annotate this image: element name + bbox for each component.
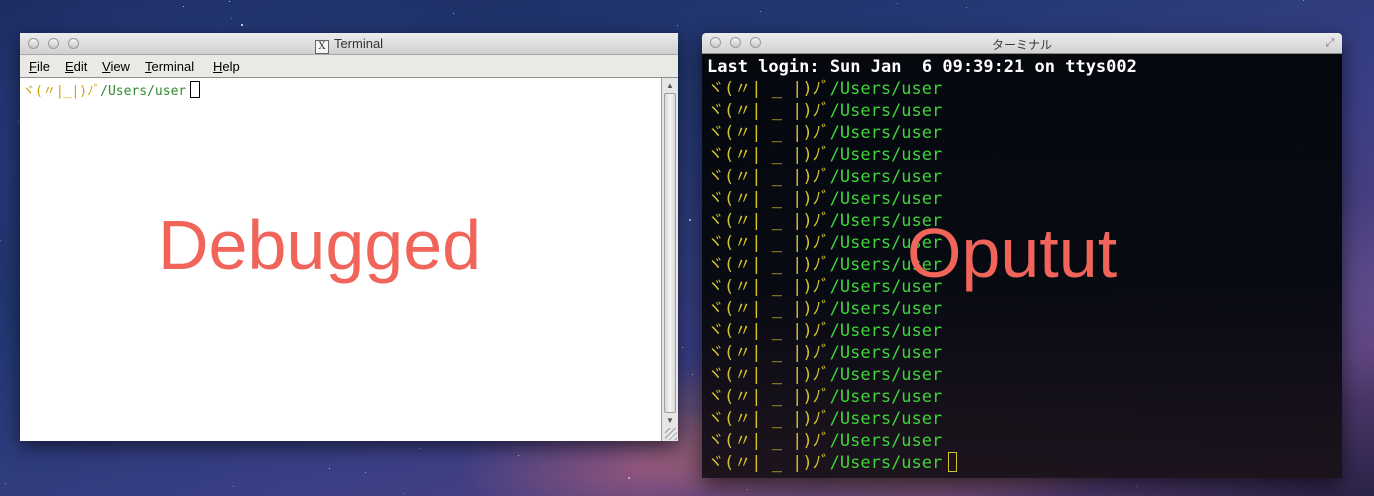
- text-cursor: [190, 81, 201, 98]
- prompt-kaomoji: ヾ(〃| _ |)ﾉﾞ: [707, 255, 830, 275]
- star-dot: [453, 13, 454, 14]
- star-dot: [419, 448, 420, 449]
- star-dot: [365, 472, 366, 473]
- vertical-scrollbar[interactable]: ▲ ▼: [661, 78, 678, 441]
- prompt-path: /Users/user: [829, 299, 943, 319]
- prompt-line: ヾ(〃| _ |)ﾉﾞ/Users/user: [707, 364, 942, 386]
- scroll-down-icon[interactable]: ▼: [663, 414, 677, 427]
- star-dot: [18, 121, 19, 122]
- menu-view[interactable]: View: [102, 59, 130, 74]
- text-cursor: [948, 452, 958, 472]
- star-dot: [233, 486, 234, 487]
- prompt-kaomoji: ヾ(〃| _ |)ﾉﾞ: [707, 189, 830, 209]
- prompt-kaomoji: ヾ(〃| _ |)ﾉﾞ: [707, 167, 830, 187]
- prompt-kaomoji: ヾ(〃| _ |)ﾉﾞ: [707, 387, 830, 407]
- star-dot: [692, 374, 693, 375]
- x11-icon: X: [314, 40, 329, 54]
- prompt-line: ヾ(〃| _ |)ﾉﾞ/Users/user: [707, 320, 942, 342]
- prompt-path: /Users/user: [829, 343, 943, 363]
- star-dot: [966, 7, 967, 8]
- window-title: ターミナル: [991, 38, 1052, 52]
- prompt-line: ヾ(〃| _ |)ﾉﾞ/Users/user: [707, 342, 942, 364]
- prompt-kaomoji: ヾ(〃| _ |)ﾉﾞ: [707, 343, 830, 363]
- prompt-path: /Users/user: [829, 79, 943, 99]
- prompt-kaomoji: ヾ(〃| _ |)ﾉﾞ: [707, 321, 830, 341]
- prompt-kaomoji: ヾ(〃| _ |)ﾉﾞ: [707, 211, 830, 231]
- prompt-kaomoji: ヾ(〃| _ |)ﾉﾞ: [707, 409, 830, 429]
- prompt-line: ヾ(〃|_|)ﾉﾞ/Users/user: [22, 80, 201, 99]
- fullscreen-icon[interactable]: ⤢: [1324, 37, 1336, 49]
- scroll-thumb[interactable]: [664, 93, 676, 413]
- debugged-label: Debugged: [158, 206, 482, 284]
- star-dot: [329, 468, 330, 469]
- menu-edit[interactable]: Edit: [65, 59, 87, 74]
- resize-grip-icon[interactable]: [665, 428, 677, 440]
- prompt-line: ヾ(〃| _ |)ﾉﾞ/Users/user: [707, 452, 958, 474]
- prompt-path: /Users/user: [829, 453, 943, 473]
- star-dot: [897, 3, 898, 4]
- menu-file[interactable]: File: [29, 59, 50, 74]
- star-dot: [689, 219, 691, 221]
- star-dot: [404, 493, 405, 494]
- star-dot: [1303, 0, 1304, 1]
- star-dot: [5, 483, 6, 484]
- prompt-path: /Users/user: [829, 123, 943, 143]
- prompt-kaomoji: ヾ(〃| _ |)ﾉﾞ: [707, 277, 830, 297]
- window-title-text: Terminal: [333, 36, 384, 51]
- prompt-line: ヾ(〃| _ |)ﾉﾞ/Users/user: [707, 144, 942, 166]
- star-dot: [0, 240, 1, 241]
- prompt-path: /Users/user: [829, 189, 943, 209]
- prompt-path: /Users/user: [829, 145, 943, 165]
- prompt-kaomoji: ヾ(〃| _ |)ﾉﾞ: [707, 79, 830, 99]
- menu-terminal[interactable]: Terminal: [145, 59, 194, 74]
- prompt-path: /Users/user: [829, 321, 943, 341]
- prompt-path: /Users/user: [829, 409, 943, 429]
- prompt-line: ヾ(〃| _ |)ﾉﾞ/Users/user: [707, 430, 942, 452]
- prompt-path: /Users/user: [100, 84, 187, 99]
- prompt-path: /Users/user: [829, 365, 943, 385]
- menu-help[interactable]: Help: [213, 59, 240, 74]
- mac-titlebar[interactable]: ターミナル ⤢: [702, 33, 1342, 54]
- star-dot: [760, 11, 761, 12]
- prompt-path: /Users/user: [829, 431, 943, 451]
- prompt-line: ヾ(〃| _ |)ﾉﾞ/Users/user: [707, 188, 942, 210]
- prompt-line: ヾ(〃| _ |)ﾉﾞ/Users/user: [707, 386, 942, 408]
- prompt-line: ヾ(〃| _ |)ﾉﾞ/Users/user: [707, 122, 942, 144]
- prompt-kaomoji: ヾ(〃| _ |)ﾉﾞ: [707, 145, 830, 165]
- prompt-kaomoji: ヾ(〃|_|)ﾉﾞ: [22, 84, 101, 99]
- prompt-kaomoji: ヾ(〃| _ |)ﾉﾞ: [707, 431, 830, 451]
- prompt-line: ヾ(〃| _ |)ﾉﾞ/Users/user: [707, 78, 942, 100]
- prompt-line: ヾ(〃| _ |)ﾉﾞ/Users/user: [707, 166, 942, 188]
- star-dot: [518, 455, 519, 456]
- star-dot: [677, 25, 678, 26]
- prompt-kaomoji: ヾ(〃| _ |)ﾉﾞ: [707, 123, 830, 143]
- prompt-kaomoji: ヾ(〃| _ |)ﾉﾞ: [707, 365, 830, 385]
- menu-bar: File Edit View Terminal Help: [20, 55, 678, 78]
- window-title: X Terminal: [20, 36, 678, 54]
- prompt-kaomoji: ヾ(〃| _ |)ﾉﾞ: [707, 233, 830, 253]
- prompt-path: /Users/user: [829, 167, 943, 187]
- prompt-line: ヾ(〃| _ |)ﾉﾞ/Users/user: [707, 100, 942, 122]
- prompt-line: ヾ(〃| _ |)ﾉﾞ/Users/user: [707, 408, 942, 430]
- prompt-line: ヾ(〃| _ |)ﾉﾞ/Users/user: [707, 298, 942, 320]
- xterm-titlebar[interactable]: X Terminal: [20, 33, 678, 55]
- star-dot: [628, 477, 630, 479]
- scroll-up-icon[interactable]: ▲: [663, 79, 677, 92]
- star-dot: [231, 18, 232, 19]
- star-dot: [1136, 486, 1137, 487]
- last-login-line: Last login: Sun Jan 6 09:39:21 on ttys00…: [707, 57, 1137, 77]
- output-label: Oputut: [907, 214, 1118, 292]
- star-dot: [241, 24, 243, 26]
- prompt-path: /Users/user: [829, 387, 943, 407]
- star-dot: [229, 1, 230, 2]
- prompt-path: /Users/user: [829, 101, 943, 121]
- star-dot: [747, 489, 748, 490]
- prompt-kaomoji: ヾ(〃| _ |)ﾉﾞ: [707, 453, 830, 473]
- star-dot: [183, 6, 184, 7]
- prompt-kaomoji: ヾ(〃| _ |)ﾉﾞ: [707, 101, 830, 121]
- prompt-kaomoji: ヾ(〃| _ |)ﾉﾞ: [707, 299, 830, 319]
- star-dot: [682, 347, 683, 348]
